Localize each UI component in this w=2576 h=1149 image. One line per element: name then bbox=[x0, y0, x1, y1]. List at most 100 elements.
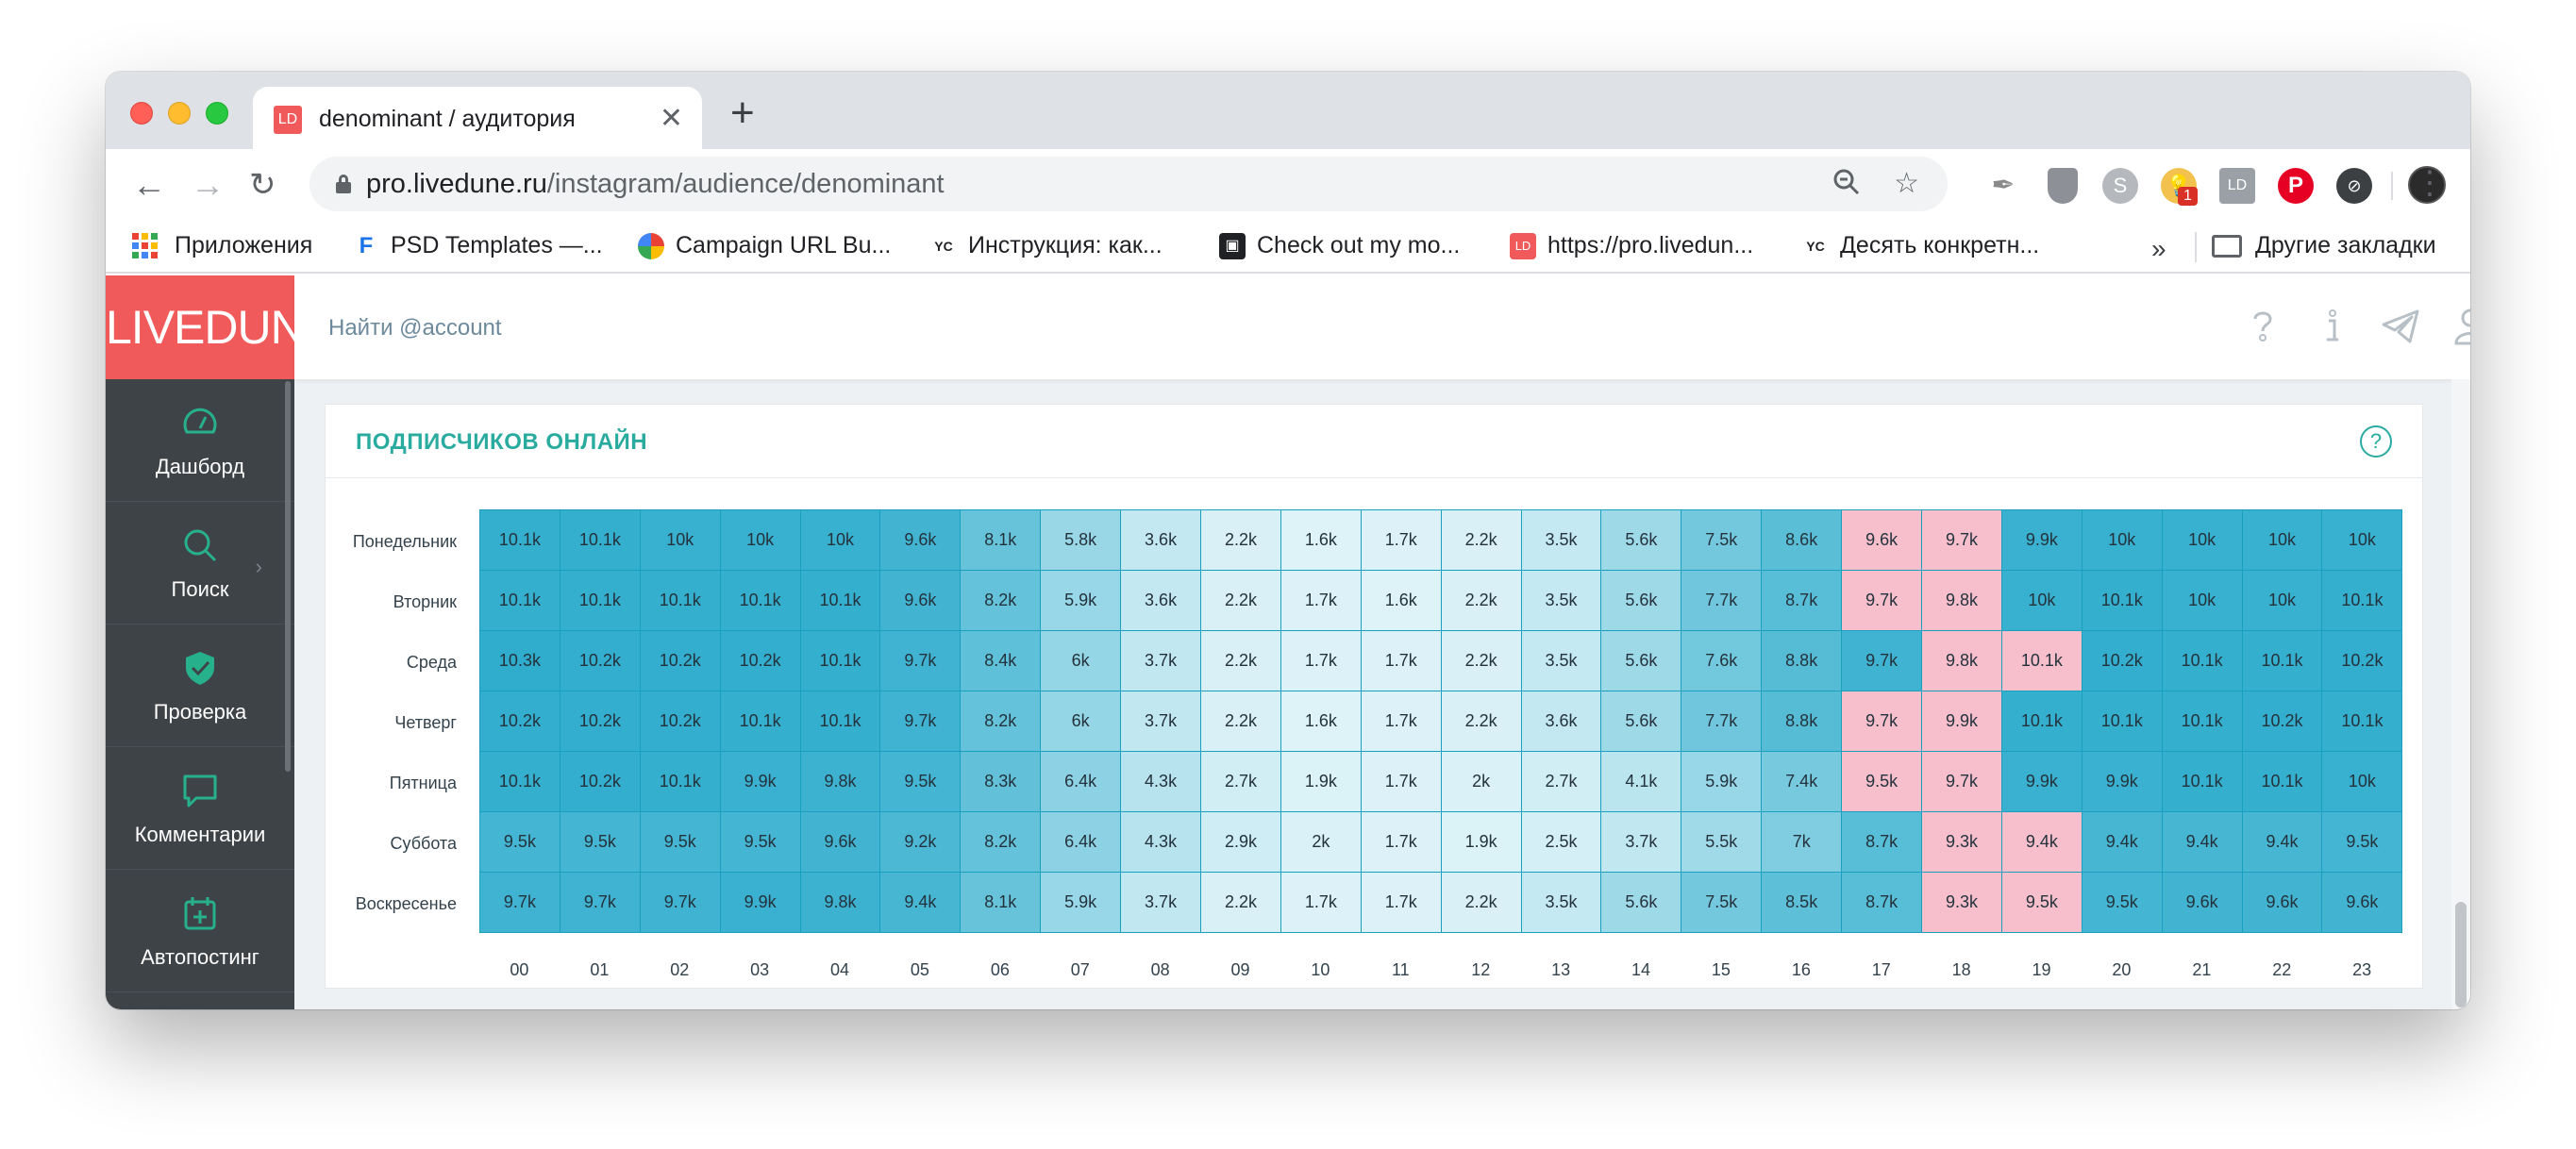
heatmap-cell[interactable]: 5.9k bbox=[1040, 570, 1122, 631]
bookmark-star-icon[interactable]: ☆ bbox=[1894, 168, 1919, 200]
heatmap-cell[interactable]: 9.5k bbox=[559, 811, 641, 873]
heatmap-cell[interactable]: 9.4k bbox=[2081, 811, 2163, 873]
tab-active[interactable]: LD denominant / аудитория ✕ bbox=[253, 87, 702, 149]
maximize-window-button[interactable] bbox=[206, 102, 228, 125]
heatmap-cell[interactable]: 10.2k bbox=[719, 630, 801, 691]
heatmap-cell[interactable]: 3.5k bbox=[1520, 872, 1602, 933]
heatmap-cell[interactable]: 10.2k bbox=[559, 630, 641, 691]
heatmap-cell[interactable]: 10.1k bbox=[2321, 570, 2403, 631]
help-icon[interactable]: ? bbox=[2360, 425, 2392, 458]
heatmap-cell[interactable]: 10k bbox=[2081, 509, 2163, 571]
heatmap-cell[interactable]: 10.2k bbox=[559, 751, 641, 812]
heatmap-cell[interactable]: 10.1k bbox=[2081, 691, 2163, 752]
heatmap-cell[interactable]: 10k bbox=[2321, 751, 2403, 812]
heatmap-cell[interactable]: 8.1k bbox=[960, 872, 1042, 933]
heatmap-cell[interactable]: 9.5k bbox=[639, 811, 721, 873]
heatmap-cell[interactable]: 5.6k bbox=[1600, 630, 1682, 691]
address-bar[interactable]: pro.livedune.ru/instagram/audience/denom… bbox=[309, 157, 1948, 211]
heatmap-cell[interactable]: 9.9k bbox=[719, 872, 801, 933]
heatmap-cell[interactable]: 9.6k bbox=[2241, 872, 2323, 933]
sidebar-item-check[interactable]: Проверка bbox=[106, 624, 294, 747]
sidebar-item-autoposting[interactable]: Автопостинг bbox=[106, 870, 294, 992]
heatmap-cell[interactable]: 1.9k bbox=[1280, 751, 1362, 812]
heatmap-cell[interactable]: 10k bbox=[2321, 509, 2403, 571]
heatmap-cell[interactable]: 9.9k bbox=[1921, 691, 2002, 752]
heatmap-cell[interactable]: 7.6k bbox=[1681, 630, 1763, 691]
minimize-window-button[interactable] bbox=[168, 102, 191, 125]
heatmap-cell[interactable]: 1.7k bbox=[1360, 751, 1442, 812]
bookmark-ten-specific[interactable]: YC Десять конкретн... bbox=[1802, 232, 2039, 262]
s-extension-icon[interactable]: S bbox=[2102, 168, 2138, 204]
heatmap-cell[interactable]: 10.1k bbox=[799, 570, 881, 631]
bookmark-apps[interactable]: Приложения bbox=[132, 232, 312, 262]
bookmark-instruction[interactable]: YC Инструкция: как... bbox=[930, 232, 1162, 262]
heatmap-cell[interactable]: 8.2k bbox=[960, 811, 1042, 873]
heatmap-cell[interactable]: 3.6k bbox=[1520, 691, 1602, 752]
heatmap-cell[interactable]: 8.5k bbox=[1761, 872, 1843, 933]
heatmap-cell[interactable]: 7.4k bbox=[1761, 751, 1843, 812]
heatmap-cell[interactable]: 6.4k bbox=[1040, 811, 1122, 873]
heatmap-cell[interactable]: 9.9k bbox=[2000, 751, 2083, 812]
heatmap-cell[interactable]: 7.7k bbox=[1681, 570, 1763, 631]
heatmap-cell[interactable]: 5.6k bbox=[1600, 691, 1682, 752]
heatmap-cell[interactable]: 5.6k bbox=[1600, 872, 1682, 933]
heatmap-cell[interactable]: 10.1k bbox=[2161, 751, 2243, 812]
heatmap-cell[interactable]: 10.1k bbox=[799, 691, 881, 752]
browser-menu-icon[interactable]: ⋮ bbox=[2414, 162, 2446, 204]
heatmap-cell[interactable]: 9.8k bbox=[1921, 570, 2002, 631]
heatmap-cell[interactable]: 10.1k bbox=[2000, 630, 2083, 691]
heatmap-cell[interactable]: 10.1k bbox=[719, 570, 801, 631]
new-tab-button[interactable]: + bbox=[730, 92, 755, 134]
heatmap-cell[interactable]: 9.9k bbox=[719, 751, 801, 812]
heatmap-cell[interactable]: 1.6k bbox=[1280, 509, 1362, 571]
heatmap-cell[interactable]: 3.5k bbox=[1520, 570, 1602, 631]
heatmap-cell[interactable]: 10k bbox=[719, 509, 801, 571]
heatmap-cell[interactable]: 3.6k bbox=[1120, 509, 1202, 571]
bookmark-campaign-url[interactable]: Campaign URL Bu... bbox=[638, 232, 891, 262]
question-icon[interactable] bbox=[2242, 306, 2283, 347]
feather-extension-icon[interactable]: ✒ bbox=[1985, 168, 2021, 204]
heatmap-cell[interactable]: 9.5k bbox=[1841, 751, 1923, 812]
zoom-icon[interactable] bbox=[1832, 168, 1861, 204]
heatmap-cell[interactable]: 9.6k bbox=[879, 509, 962, 571]
heatmap-cell[interactable]: 8.2k bbox=[960, 570, 1042, 631]
heatmap-cell[interactable]: 5.5k bbox=[1681, 811, 1763, 873]
heatmap-cell[interactable]: 9.6k bbox=[2161, 872, 2243, 933]
telegram-icon[interactable] bbox=[2380, 306, 2421, 347]
heatmap-cell[interactable]: 9.8k bbox=[799, 751, 881, 812]
heatmap-cell[interactable]: 8.3k bbox=[960, 751, 1042, 812]
heatmap-cell[interactable]: 2.2k bbox=[1200, 509, 1281, 571]
close-window-button[interactable] bbox=[130, 102, 153, 125]
heatmap-cell[interactable]: 10.1k bbox=[479, 509, 560, 571]
heatmap-cell[interactable]: 9.4k bbox=[2241, 811, 2323, 873]
heatmap-cell[interactable]: 10.1k bbox=[559, 509, 641, 571]
heatmap-cell[interactable]: 2.2k bbox=[1200, 872, 1281, 933]
heatmap-cell[interactable]: 1.7k bbox=[1360, 872, 1442, 933]
heatmap-cell[interactable]: 10.1k bbox=[2081, 570, 2163, 631]
heatmap-cell[interactable]: 10.1k bbox=[479, 751, 560, 812]
heatmap-cell[interactable]: 2.2k bbox=[1440, 872, 1522, 933]
heatmap-cell[interactable]: 10k bbox=[639, 509, 721, 571]
heatmap-cell[interactable]: 2.2k bbox=[1200, 570, 1281, 631]
heatmap-cell[interactable]: 9.7k bbox=[1841, 630, 1923, 691]
heatmap-cell[interactable]: 1.7k bbox=[1360, 811, 1442, 873]
heatmap-cell[interactable]: 1.7k bbox=[1360, 509, 1442, 571]
heatmap-cell[interactable]: 7.7k bbox=[1681, 691, 1763, 752]
heatmap-cell[interactable]: 1.7k bbox=[1360, 691, 1442, 752]
heatmap-cell[interactable]: 10.1k bbox=[719, 691, 801, 752]
info-icon[interactable] bbox=[2312, 306, 2353, 347]
heatmap-cell[interactable]: 9.5k bbox=[2000, 872, 2083, 933]
heatmap-cell[interactable]: 8.1k bbox=[960, 509, 1042, 571]
heatmap-cell[interactable]: 8.6k bbox=[1761, 509, 1843, 571]
heatmap-cell[interactable]: 5.6k bbox=[1600, 509, 1682, 571]
bookmarks-overflow-button[interactable]: » bbox=[2151, 234, 2166, 264]
bookmark-other-folder[interactable]: Другие закладки bbox=[2212, 232, 2436, 262]
heatmap-cell[interactable]: 2.9k bbox=[1200, 811, 1281, 873]
heatmap-cell[interactable]: 9.5k bbox=[2081, 872, 2163, 933]
sidebar-item-search[interactable]: Поиск › bbox=[106, 502, 294, 624]
heatmap-cell[interactable]: 9.7k bbox=[1921, 751, 2002, 812]
heatmap-cell[interactable]: 3.5k bbox=[1520, 630, 1602, 691]
heatmap-cell[interactable]: 10.1k bbox=[2241, 751, 2323, 812]
heatmap-cell[interactable]: 5.6k bbox=[1600, 570, 1682, 631]
heatmap-cell[interactable]: 2.2k bbox=[1200, 630, 1281, 691]
